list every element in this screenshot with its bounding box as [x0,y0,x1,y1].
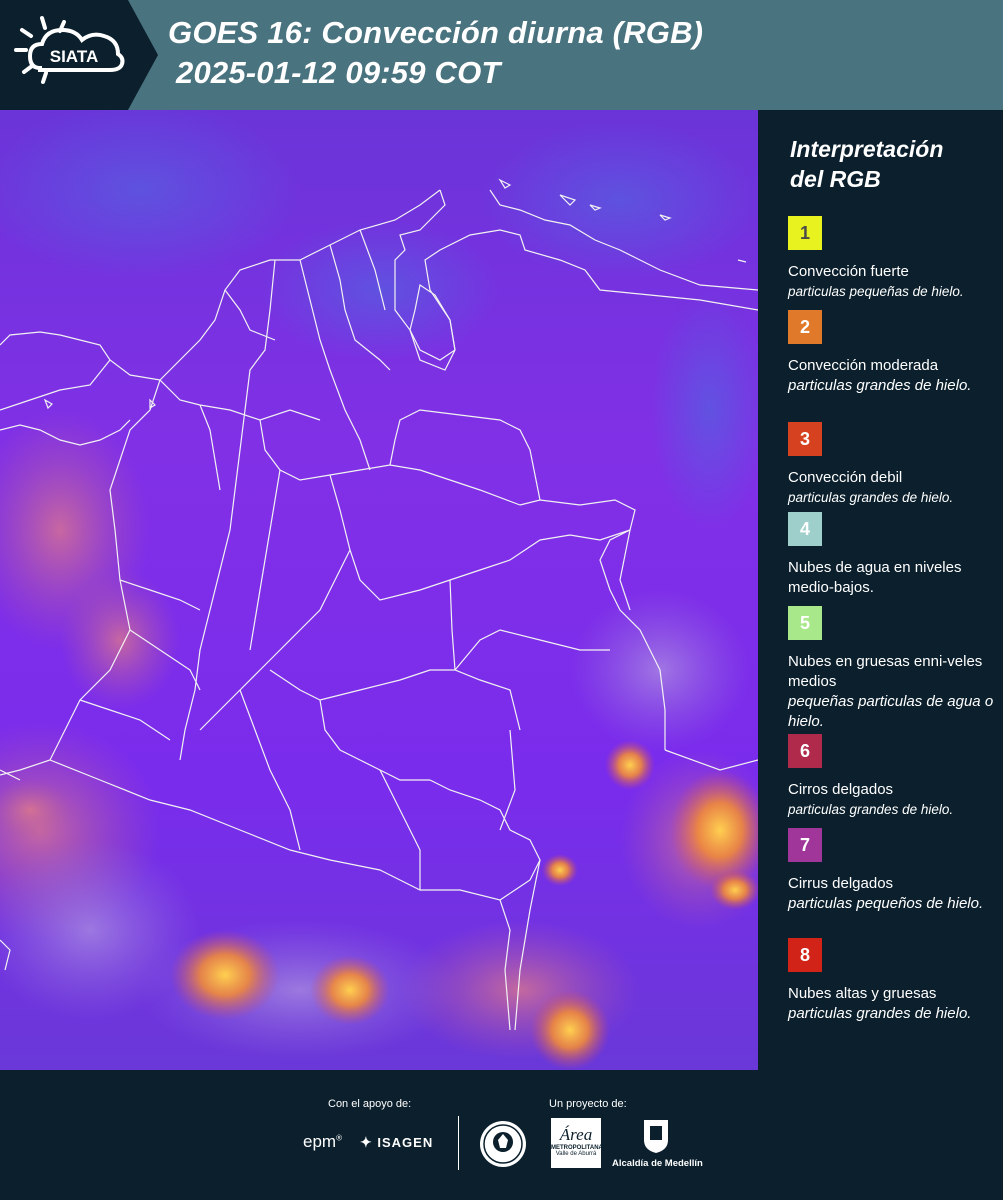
legend-item-name: Cirros delgados [788,781,894,798]
legend-title-line2: del RGB [790,166,881,192]
university-seal-icon[interactable] [478,1118,528,1170]
legend-swatch: 2 [788,310,822,344]
rgb-convection-map [0,110,758,1070]
header-bar: SIATA GOES 16: Convección diurna (RGB) 2… [0,0,1003,110]
footer-divider [458,1116,459,1170]
siata-logo[interactable]: SIATA [0,0,158,110]
legend-item-name: Nubes altas y gruesas [788,985,937,1002]
support-label: Con el apoyo de: [328,1098,412,1110]
legend-swatch: 3 [788,422,822,456]
project-label: Un proyecto de: [549,1098,627,1110]
legend-item-7: 7 Cirrus delgados particulas pequeños de… [788,828,998,914]
logo-badge: SIATA [0,0,158,110]
legend-item-name: Convección debil [788,469,903,486]
legend-swatch: 1 [788,216,822,250]
legend-item-desc: particulas grandes de hielo. [788,1005,972,1022]
timestamp: 2025-01-12 09:59 COT [176,55,501,90]
legend-item-name: Nubes de agua en niveles medio-bajos. [788,559,962,596]
epm-logo-text: epm [303,1132,337,1151]
legend-item-6: 6 Cirros delgados particulas grandes de … [788,734,998,820]
area-logo-mark: Área [559,1125,593,1144]
epm-logo[interactable]: epm® [303,1132,342,1152]
legend-title: Interpretación del RGB [790,134,990,194]
legend-item-3: 3 Convección debil particulas grandes de… [788,422,998,508]
legend-item-desc: particulas grandes de hielo. [788,377,972,394]
medellin-shield-icon [644,1120,668,1153]
legend-swatch: 4 [788,512,822,546]
legend-swatch: 5 [788,606,822,640]
logo-text: SIATA [50,47,98,66]
legend-item-name: Nubes en gruesas enni-veles medios [788,653,983,690]
legend-swatch: 8 [788,938,822,972]
legend-item-desc: particulas pequeñas de hielo. [788,284,964,299]
legend-item-1: 1 Convección fuerte particulas pequeñas … [788,216,998,302]
legend-item-desc: particulas pequeños de hielo. [788,895,984,912]
legend-item-4: 4 Nubes de agua en niveles medio-bajos. [788,512,998,598]
legend-item-name: Convección fuerte [788,263,909,280]
legend-item-desc: pequeñas particulas de agua o hielo. [788,693,994,730]
legend-item-2: 2 Convección moderada particulas grandes… [788,310,998,396]
legend-swatch: 7 [788,828,822,862]
legend-item-desc: particulas grandes de hielo. [788,802,954,817]
page-title: GOES 16: Convección diurna (RGB) [168,15,704,50]
legend-item-5: 5 Nubes en gruesas enni-veles medios peq… [788,606,998,732]
satellite-image[interactable] [0,110,758,1070]
legend-item-8: 8 Nubes altas y gruesas particulas grand… [788,938,998,1024]
area-metropolitana-logo[interactable]: Área METROPOLITANA Valle de Aburrá [551,1118,603,1168]
isagen-logo-text: ISAGEN [377,1135,434,1150]
legend-title-line1: Interpretación [790,136,944,162]
footer: Con el apoyo de: Un proyecto de: epm® ✦ … [0,1070,1003,1200]
legend-item-name: Convección moderada [788,357,939,374]
legend-panel: Interpretación del RGB 1 Convección fuer… [758,110,1003,1070]
area-logo-line3: Valle de Aburrá [555,1151,597,1157]
isagen-logo[interactable]: ✦ ISAGEN [360,1134,433,1151]
legend-swatch: 6 [788,734,822,768]
legend-item-desc: particulas grandes de hielo. [788,490,954,505]
alcaldia-logo[interactable]: Alcaldía de Medellín [612,1158,703,1169]
legend-item-name: Cirrus delgados [788,875,894,892]
isagen-mark-icon: ✦ [360,1134,373,1150]
